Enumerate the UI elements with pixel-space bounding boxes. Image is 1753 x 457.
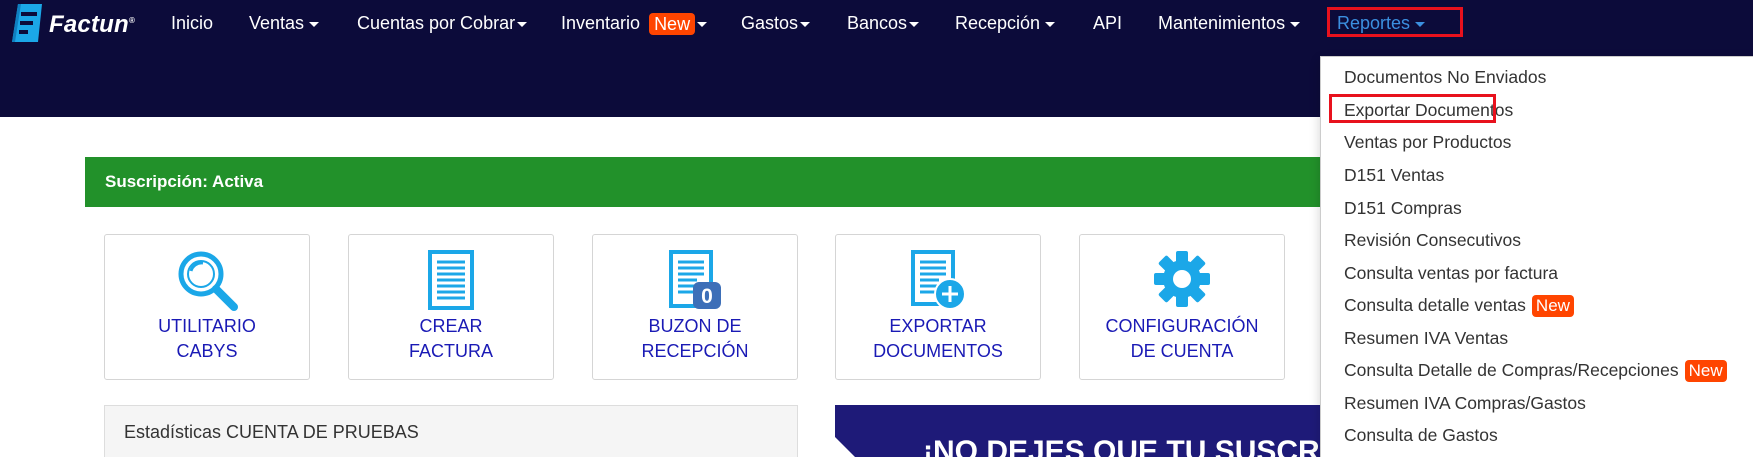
card-crear-factura[interactable]: CREAR FACTURA xyxy=(348,234,554,380)
subscription-status-bar: Suscripción: Activa xyxy=(85,157,1385,207)
document-badge-icon: 0 xyxy=(667,249,723,311)
menu-item-consulta-detalle-compras[interactable]: Consulta Detalle de Compras/Recepciones N… xyxy=(1344,357,1727,383)
brand-name: Factun® xyxy=(49,11,135,38)
card-exportar-documentos[interactable]: EXPORTAR DOCUMENTOS xyxy=(835,234,1041,380)
nav-inicio[interactable]: Inicio xyxy=(171,11,213,35)
card-label: EXPORTAR DOCUMENTOS xyxy=(873,316,1003,361)
nav-inventario[interactable]: Inventario New xyxy=(561,11,708,36)
factun-logo-icon xyxy=(9,2,45,49)
menu-item-d151-compras[interactable]: D151 Compras xyxy=(1344,195,1462,221)
nav-ventas[interactable]: Ventas xyxy=(249,11,320,35)
caret-down-icon xyxy=(1290,21,1301,27)
nav-mantenimientos[interactable]: Mantenimientos xyxy=(1158,11,1301,35)
banner-triangle-decoration xyxy=(835,437,861,457)
gear-icon xyxy=(1152,249,1212,311)
menu-item-revision-consecutivos[interactable]: Revisión Consecutivos xyxy=(1344,227,1521,253)
card-label: CONFIGURACIÓN DE CUENTA xyxy=(1105,316,1259,361)
caret-down-icon xyxy=(909,21,920,27)
nav-bancos[interactable]: Bancos xyxy=(847,11,920,35)
card-configuracion-cuenta[interactable]: CONFIGURACIÓN DE CUENTA xyxy=(1079,234,1285,380)
caret-down-icon xyxy=(517,21,528,27)
card-label: BUZON DE RECEPCIÓN xyxy=(641,316,749,361)
document-icon xyxy=(426,249,476,311)
buzon-count-badge: 0 xyxy=(701,285,713,308)
nav-cuentas-por-cobrar[interactable]: Cuentas por Cobrar xyxy=(357,11,528,35)
promo-text: ¡NO DEJES QUE TU SUSCRI xyxy=(923,435,1329,457)
menu-item-ventas-por-productos[interactable]: Ventas por Productos xyxy=(1344,129,1511,155)
card-label: UTILITARIO CABYS xyxy=(158,316,256,361)
new-badge: New xyxy=(649,13,696,36)
caret-down-icon xyxy=(800,21,811,27)
menu-item-d151-ventas[interactable]: D151 Ventas xyxy=(1344,162,1444,188)
reportes-dropdown-menu: Documentos No Enviados Exportar Document… xyxy=(1320,56,1753,457)
menu-item-exportar-documentos[interactable]: Exportar Documentos xyxy=(1344,97,1513,123)
menu-item-resumen-iva-compras-gastos[interactable]: Resumen IVA Compras/Gastos xyxy=(1344,390,1586,416)
nav-gastos[interactable]: Gastos xyxy=(741,11,811,35)
card-utilitario-cabys[interactable]: UTILITARIO CABYS xyxy=(104,234,310,380)
caret-down-icon xyxy=(309,21,320,27)
promo-banner[interactable]: ¡NO DEJES QUE TU SUSCRI xyxy=(835,405,1335,457)
nav-api[interactable]: API xyxy=(1093,11,1122,35)
stats-panel: Estadísticas CUENTA DE PRUEBAS xyxy=(104,405,798,457)
menu-item-resumen-iva-ventas[interactable]: Resumen IVA Ventas xyxy=(1344,325,1508,351)
menu-item-consulta-detalle-ventas[interactable]: Consulta detalle ventas New xyxy=(1344,292,1574,318)
menu-item-consulta-de-gastos[interactable]: Consulta de Gastos xyxy=(1344,422,1498,448)
nav-recepcion[interactable]: Recepción xyxy=(955,11,1056,35)
document-plus-icon xyxy=(909,249,967,311)
caret-down-icon xyxy=(1045,21,1056,27)
magnifier-icon xyxy=(174,249,240,311)
stats-title: Estadísticas CUENTA DE PRUEBAS xyxy=(124,422,419,442)
menu-item-consulta-ventas-por-factura[interactable]: Consulta ventas por factura xyxy=(1344,260,1558,286)
new-badge: New xyxy=(1531,295,1574,318)
brand-logo[interactable]: Factun® xyxy=(9,2,135,48)
nav-reportes[interactable]: Reportes xyxy=(1337,11,1426,35)
caret-down-icon xyxy=(697,21,708,27)
new-badge: New xyxy=(1684,360,1727,383)
card-label: CREAR FACTURA xyxy=(408,316,493,361)
menu-item-documentos-no-enviados[interactable]: Documentos No Enviados xyxy=(1344,64,1546,90)
caret-down-icon xyxy=(1415,21,1426,27)
card-buzon-recepcion[interactable]: 0 BUZON DE RECEPCIÓN xyxy=(592,234,798,380)
